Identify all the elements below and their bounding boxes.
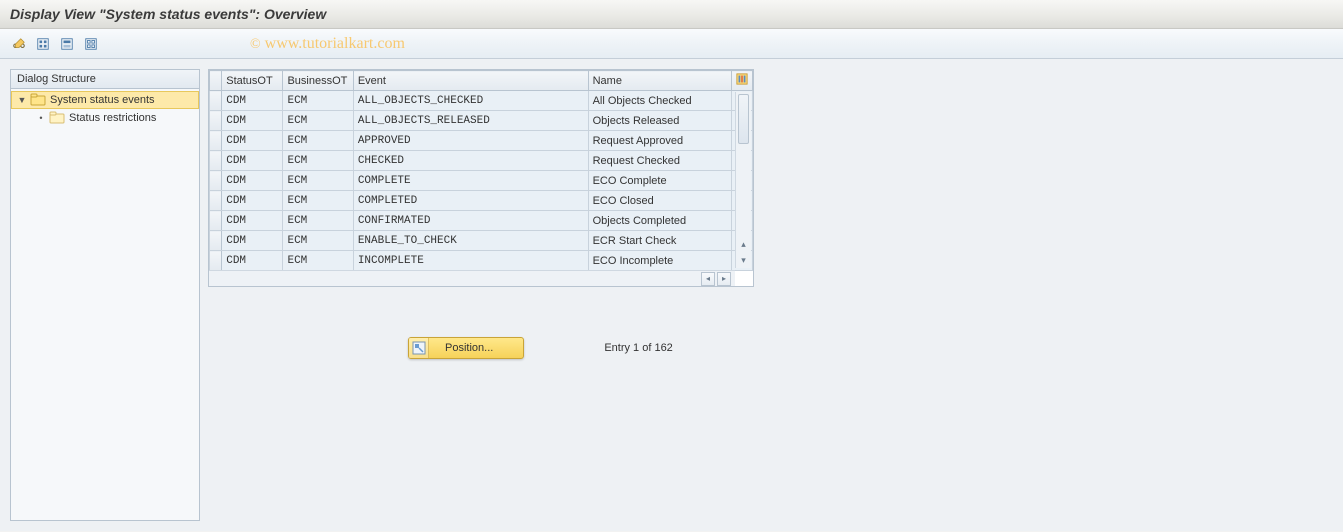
cell-businessot[interactable]: ECM	[283, 111, 353, 131]
cell-businessot[interactable]: ECM	[283, 131, 353, 151]
grid-deselect-icon	[84, 37, 98, 51]
col-header-name[interactable]: Name	[588, 71, 731, 91]
glasses-pencil-icon	[12, 37, 26, 51]
cell-statusot[interactable]: CDM	[222, 151, 283, 171]
row-selector[interactable]	[210, 131, 222, 151]
table-row[interactable]: CDMECMCONFIRMATEDObjects Completed	[210, 211, 753, 231]
col-header-businessot[interactable]: BusinessOT	[283, 71, 353, 91]
events-table: StatusOT BusinessOT Event Name CDMECMALL…	[209, 70, 753, 271]
folder-closed-icon	[49, 111, 65, 125]
row-selector[interactable]	[210, 191, 222, 211]
position-button[interactable]: Position...	[408, 337, 524, 359]
vertical-scrollbar[interactable]: ▴ ▾	[735, 92, 751, 268]
cell-name[interactable]: ECO Incomplete	[588, 251, 731, 271]
cell-businessot[interactable]: ECM	[283, 191, 353, 211]
cell-event[interactable]: APPROVED	[353, 131, 588, 151]
tree-item-status-restrictions[interactable]: • Status restrictions	[11, 109, 199, 127]
table-row[interactable]: CDMECMAPPROVEDRequest Approved	[210, 131, 753, 151]
entry-counter: Entry 1 of 162	[604, 342, 673, 354]
tree-item-label: Status restrictions	[69, 112, 156, 124]
cell-event[interactable]: CHECKED	[353, 151, 588, 171]
cell-name[interactable]: Request Checked	[588, 151, 731, 171]
table-configure-button[interactable]	[731, 71, 753, 91]
cell-name[interactable]: ECO Complete	[588, 171, 731, 191]
scroll-left-button[interactable]: ◂	[701, 272, 715, 286]
row-select-header[interactable]	[210, 71, 222, 91]
page-title: Display View "System status events": Ove…	[0, 0, 1343, 29]
col-header-statusot[interactable]: StatusOT	[222, 71, 283, 91]
cell-event[interactable]: COMPLETED	[353, 191, 588, 211]
table-row[interactable]: CDMECMALL_OBJECTS_RELEASEDObjects Releas…	[210, 111, 753, 131]
scroll-down-button[interactable]: ▾	[736, 252, 751, 268]
table-row[interactable]: CDMECMCHECKEDRequest Checked	[210, 151, 753, 171]
select-block-button[interactable]	[56, 33, 78, 55]
position-button-label: Position...	[435, 342, 521, 354]
cell-businessot[interactable]: ECM	[283, 211, 353, 231]
table-row[interactable]: CDMECMALL_OBJECTS_CHECKEDAll Objects Che…	[210, 91, 753, 111]
grid-select-icon	[36, 37, 50, 51]
cell-name[interactable]: ECR Start Check	[588, 231, 731, 251]
cell-businessot[interactable]: ECM	[283, 91, 353, 111]
folder-open-icon	[30, 93, 46, 107]
row-selector[interactable]	[210, 211, 222, 231]
tree-item-label: System status events	[50, 94, 155, 106]
cell-event[interactable]: CONFIRMATED	[353, 211, 588, 231]
dialog-structure-tree: ▼ System status events • Status restrict…	[11, 89, 199, 129]
cell-name[interactable]: Request Approved	[588, 131, 731, 151]
cell-name[interactable]: Objects Completed	[588, 211, 731, 231]
cell-statusot[interactable]: CDM	[222, 191, 283, 211]
cell-businessot[interactable]: ECM	[283, 251, 353, 271]
cell-name[interactable]: ECO Closed	[588, 191, 731, 211]
col-header-event[interactable]: Event	[353, 71, 588, 91]
cell-statusot[interactable]: CDM	[222, 251, 283, 271]
table-footer: Position... Entry 1 of 162	[408, 337, 754, 359]
cell-businessot[interactable]: ECM	[283, 151, 353, 171]
cell-statusot[interactable]: CDM	[222, 91, 283, 111]
dialog-structure-header: Dialog Structure	[11, 70, 199, 89]
toggle-display-change-button[interactable]	[8, 33, 30, 55]
cell-businessot[interactable]: ECM	[283, 231, 353, 251]
row-selector[interactable]	[210, 151, 222, 171]
cell-event[interactable]: ENABLE_TO_CHECK	[353, 231, 588, 251]
cell-event[interactable]: ALL_OBJECTS_RELEASED	[353, 111, 588, 131]
scroll-up-button[interactable]: ▴	[736, 236, 751, 252]
events-table-panel: StatusOT BusinessOT Event Name CDMECMALL…	[208, 69, 754, 287]
position-icon	[409, 338, 429, 358]
row-selector[interactable]	[210, 171, 222, 191]
scrollbar-thumb[interactable]	[738, 94, 749, 144]
cell-statusot[interactable]: CDM	[222, 131, 283, 151]
tree-bullet-icon: •	[35, 113, 47, 123]
cell-event[interactable]: COMPLETE	[353, 171, 588, 191]
horizontal-scrollbar[interactable]: ◂ ▸	[209, 270, 735, 286]
body-area: Dialog Structure ▼ System status events …	[0, 59, 1343, 531]
table-row[interactable]: CDMECMINCOMPLETEECO Incomplete	[210, 251, 753, 271]
table-row[interactable]: CDMECMENABLE_TO_CHECKECR Start Check	[210, 231, 753, 251]
deselect-all-button[interactable]	[80, 33, 102, 55]
table-row[interactable]: CDMECMCOMPLETEDECO Closed	[210, 191, 753, 211]
grid-block-icon	[60, 37, 74, 51]
row-selector[interactable]	[210, 251, 222, 271]
toolbar: © www.tutorialkart.com	[0, 29, 1343, 59]
row-selector[interactable]	[210, 231, 222, 251]
cell-event[interactable]: INCOMPLETE	[353, 251, 588, 271]
cell-name[interactable]: All Objects Checked	[588, 91, 731, 111]
cell-businessot[interactable]: ECM	[283, 171, 353, 191]
cell-name[interactable]: Objects Released	[588, 111, 731, 131]
tree-item-system-status-events[interactable]: ▼ System status events	[11, 91, 199, 109]
cell-statusot[interactable]: CDM	[222, 231, 283, 251]
row-selector[interactable]	[210, 111, 222, 131]
cell-event[interactable]: ALL_OBJECTS_CHECKED	[353, 91, 588, 111]
tree-expand-icon[interactable]: ▼	[16, 95, 28, 105]
cell-statusot[interactable]: CDM	[222, 171, 283, 191]
dialog-structure-panel: Dialog Structure ▼ System status events …	[10, 69, 200, 521]
row-selector[interactable]	[210, 91, 222, 111]
scroll-right-button[interactable]: ▸	[717, 272, 731, 286]
cell-statusot[interactable]: CDM	[222, 211, 283, 231]
watermark: © www.tutorialkart.com	[250, 35, 405, 53]
table-row[interactable]: CDMECMCOMPLETEECO Complete	[210, 171, 753, 191]
select-all-button[interactable]	[32, 33, 54, 55]
table-settings-icon	[736, 73, 748, 85]
cell-statusot[interactable]: CDM	[222, 111, 283, 131]
